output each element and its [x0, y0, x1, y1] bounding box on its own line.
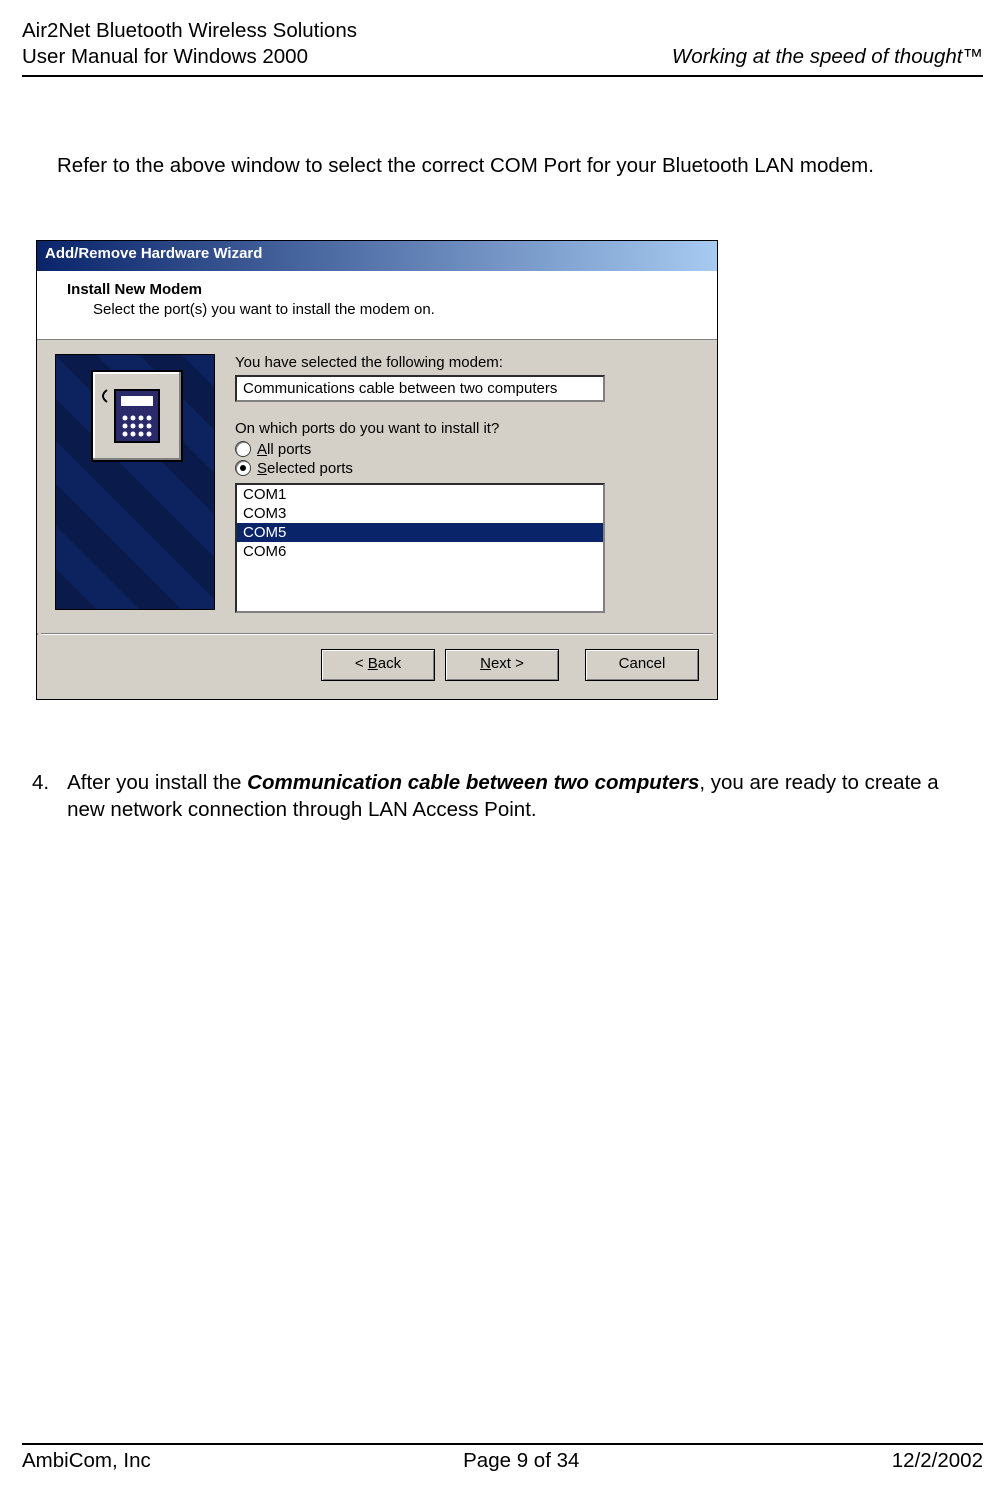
next-button[interactable]: Next >	[445, 649, 559, 681]
selected-modem-label: You have selected the following modem:	[235, 354, 699, 371]
wizard-heading: Install New Modem	[67, 281, 703, 298]
wizard-subheading: Select the port(s) you want to install t…	[93, 301, 703, 318]
page-footer: AmbiCom, Inc Page 9 of 34 12/2/2002	[22, 1437, 983, 1473]
list-item[interactable]: COM3	[237, 504, 603, 523]
header-tagline: Working at the speed of thought™	[672, 45, 983, 69]
intro-paragraph: Refer to the above window to select the …	[57, 153, 983, 180]
ports-question-label: On which ports do you want to install it…	[235, 420, 699, 437]
back-button[interactable]: < Back	[321, 649, 435, 681]
radio-all-ports[interactable]: All ports	[235, 441, 699, 458]
radio-selected-ports-label: Selected ports	[257, 460, 353, 477]
product-name: Air2Net Bluetooth Wireless Solutions	[22, 18, 357, 44]
step-number: 4.	[32, 770, 49, 823]
add-remove-hardware-wizard: Add/Remove Hardware Wizard Install New M…	[36, 240, 718, 700]
radio-icon	[235, 460, 251, 476]
wizard-sidebar-graphic	[55, 354, 215, 610]
list-item[interactable]: COM6	[237, 542, 603, 561]
footer-page-number: Page 9 of 34	[463, 1449, 579, 1473]
wizard-header: Install New Modem Select the port(s) you…	[37, 271, 717, 340]
dialog-titlebar[interactable]: Add/Remove Hardware Wizard	[37, 241, 717, 271]
cancel-button[interactable]: Cancel	[585, 649, 699, 681]
wizard-body: You have selected the following modem: C…	[37, 340, 717, 633]
ports-listbox[interactable]: COM1 COM3 COM5 COM6	[235, 483, 605, 613]
step-4: 4. After you install the Communication c…	[32, 770, 983, 823]
header-divider	[22, 75, 983, 77]
footer-date: 12/2/2002	[892, 1449, 983, 1473]
footer-company: AmbiCom, Inc	[22, 1449, 151, 1473]
page-header: Air2Net Bluetooth Wireless Solutions Use…	[22, 18, 983, 69]
wizard-button-row: < Back Next > Cancel	[37, 635, 717, 699]
radio-all-ports-label: All ports	[257, 441, 311, 458]
radio-selected-ports[interactable]: Selected ports	[235, 460, 699, 477]
modem-icon	[91, 370, 183, 462]
wizard-form-area: You have selected the following modem: C…	[235, 354, 699, 613]
list-item[interactable]: COM5	[237, 523, 603, 542]
radio-icon	[235, 441, 251, 457]
step-4-text: After you install the Communication cabl…	[67, 770, 983, 823]
footer-divider	[22, 1443, 983, 1445]
list-item[interactable]: COM1	[237, 485, 603, 504]
manual-title: User Manual for Windows 2000	[22, 44, 357, 70]
header-left: Air2Net Bluetooth Wireless Solutions Use…	[22, 18, 357, 69]
selected-modem-field: Communications cable between two compute…	[235, 375, 605, 402]
